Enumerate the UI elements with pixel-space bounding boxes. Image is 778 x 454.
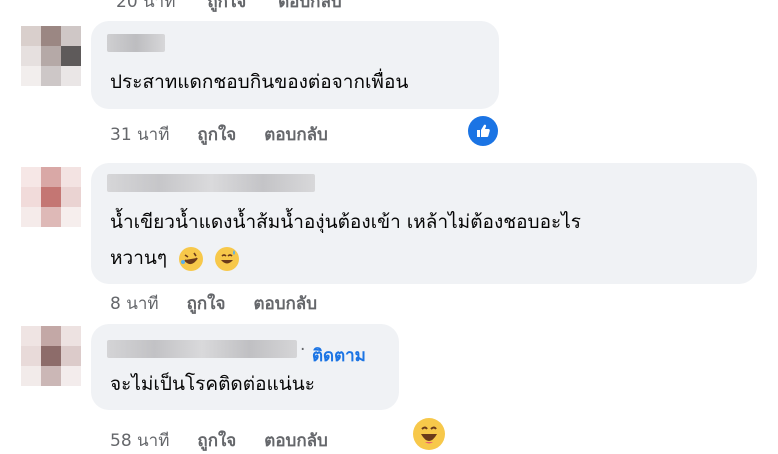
- reply-button[interactable]: ตอบกลับ: [264, 121, 328, 148]
- grinning-sweat-emoji-icon: [215, 246, 240, 271]
- thumbs-up-icon: [477, 124, 490, 137]
- commenter-name-blurred[interactable]: [107, 340, 297, 358]
- like-button[interactable]: ถูกใจ: [197, 121, 236, 148]
- comment-time[interactable]: 58 นาที: [110, 427, 169, 454]
- previous-comment-time: 20 นาที: [116, 0, 176, 12]
- rofl-emoji-icon: [179, 246, 204, 271]
- reply-button[interactable]: ตอบกลับ: [264, 427, 328, 454]
- comment-time[interactable]: 8 นาที: [110, 290, 159, 317]
- comment-text: ประสาทแดกชอบกินของต่อจากเพื่อน: [110, 71, 409, 93]
- follow-button[interactable]: ติดตาม: [312, 342, 366, 369]
- like-icon[interactable]: [468, 116, 498, 146]
- separator-dot: ·: [300, 340, 306, 360]
- commenter-name-blurred[interactable]: [107, 34, 165, 52]
- avatar[interactable]: [21, 326, 81, 386]
- comment-text-line2: หวานๆ: [110, 247, 168, 269]
- comment-actions: 31 นาที ถูกใจ ตอบกลับ: [110, 121, 356, 148]
- comment-text-line1: น้ำเขียวน้ำแดงน้ำส้มน้ำองุ่นต้องเข้า เหล…: [110, 211, 581, 233]
- comment-time[interactable]: 31 นาที: [110, 121, 169, 148]
- comment-text: จะไม่เป็นโรคติดต่อแน่นะ: [110, 373, 315, 395]
- laughing-emoji-icon[interactable]: [413, 418, 445, 450]
- comment-text-line2-wrap: หวานๆ: [110, 243, 240, 273]
- like-button[interactable]: ถูกใจ: [187, 290, 226, 317]
- comment-actions: 8 นาที ถูกใจ ตอบกลับ: [110, 290, 345, 317]
- avatar[interactable]: [21, 26, 81, 86]
- previous-comment-actions: 20 นาที ถูกใจ ตอบกลับ: [116, 0, 368, 15]
- previous-reply-button[interactable]: ตอบกลับ: [278, 0, 342, 12]
- reply-button[interactable]: ตอบกลับ: [253, 290, 317, 317]
- previous-like-button[interactable]: ถูกใจ: [207, 0, 246, 12]
- comment-actions: 58 นาที ถูกใจ ตอบกลับ: [110, 427, 356, 454]
- like-button[interactable]: ถูกใจ: [197, 427, 236, 454]
- avatar[interactable]: [21, 167, 81, 227]
- commenter-name-blurred[interactable]: [107, 174, 315, 192]
